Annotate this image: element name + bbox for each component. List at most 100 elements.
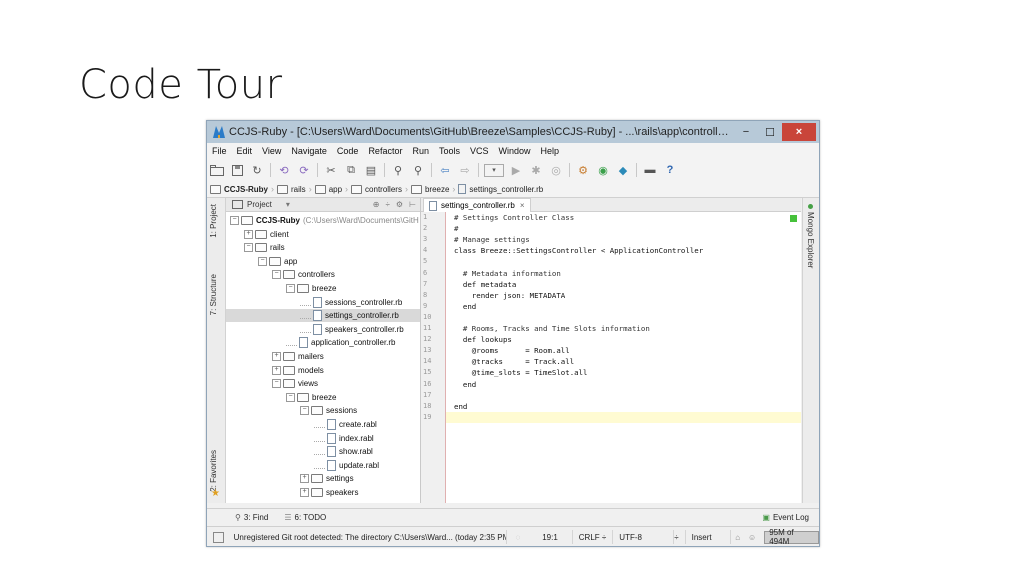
breadcrumb-breeze[interactable]: breeze [408, 184, 452, 194]
expand-toggle-icon[interactable]: − [244, 243, 253, 253]
expand-toggle-icon[interactable]: + [244, 229, 253, 239]
tab-close-icon[interactable]: × [520, 201, 525, 210]
tree-folder[interactable]: + models [272, 364, 324, 377]
tab-project[interactable]: 1: Project [209, 204, 218, 238]
terminal-icon[interactable]: ▬ [642, 162, 658, 178]
gear-icon[interactable]: ⚙ [396, 200, 403, 209]
tree-folder[interactable]: − app [258, 255, 297, 268]
maximize-button[interactable]: ☐ [758, 123, 782, 141]
tree-file[interactable]: application_controller.rb [286, 336, 396, 349]
breadcrumb-file[interactable]: settings_controller.rb [455, 184, 546, 194]
tree-folder[interactable]: − rails [244, 241, 285, 254]
menu-vcs[interactable]: VCS [465, 146, 494, 156]
open-folder-icon[interactable] [209, 162, 225, 178]
tab-find[interactable]: 3: Find [244, 513, 268, 522]
status-message[interactable]: Unregistered Git root detected: The dire… [228, 530, 508, 544]
editor-tab[interactable]: settings_controller.rb × [423, 198, 531, 212]
copy-icon[interactable]: ⧉ [343, 162, 359, 178]
paste-icon[interactable]: ▤ [363, 162, 379, 178]
tab-favorites[interactable]: 2: Favorites [209, 450, 218, 492]
menu-help[interactable]: Help [536, 146, 565, 156]
encoding-selector-arrow[interactable]: ÷ [668, 530, 686, 544]
tab-mongo-explorer[interactable]: Mongo Explorer [806, 212, 815, 268]
redo-icon[interactable]: ⟳ [296, 162, 312, 178]
minimize-button[interactable]: − [734, 123, 758, 141]
help-icon[interactable]: ? [662, 162, 678, 178]
chevron-down-icon[interactable]: ▾ [286, 200, 290, 209]
expand-toggle-icon[interactable]: − [300, 406, 309, 416]
encoding-selector[interactable]: UTF-8 [613, 530, 675, 544]
tree-folder[interactable]: + client [244, 228, 289, 241]
coverage-icon[interactable]: ◎ [548, 162, 564, 178]
expand-toggle-icon[interactable]: + [272, 365, 281, 375]
menu-code[interactable]: Code [332, 146, 364, 156]
expand-toggle-icon[interactable]: − [286, 392, 295, 402]
tree-folder[interactable]: + mailers [272, 350, 324, 363]
breadcrumb-rails[interactable]: rails [274, 184, 309, 194]
tab-structure[interactable]: 7: Structure [209, 274, 218, 315]
save-icon[interactable] [229, 162, 245, 178]
menu-run[interactable]: Run [407, 146, 434, 156]
tree-folder[interactable]: − CCJS-Ruby (C:\Users\Ward\Documents\GitH [230, 214, 419, 227]
find-icon[interactable]: ⚲ [390, 162, 406, 178]
sync-icon[interactable]: ↻ [249, 162, 265, 178]
tree-file[interactable]: show.rabl [314, 445, 373, 458]
debug-icon[interactable]: ✱ [528, 162, 544, 178]
tree-folder[interactable]: − breeze [286, 391, 336, 404]
code-editor[interactable]: # Settings Controller Class # # Manage set… [446, 212, 801, 503]
tree-folder[interactable]: + speakers [300, 486, 358, 499]
menu-tools[interactable]: Tools [434, 146, 465, 156]
tree-file[interactable]: index.rabl [314, 432, 374, 445]
caret-position[interactable]: 19:1 [528, 530, 573, 544]
tree-file[interactable]: create.rabl [314, 418, 377, 431]
expand-toggle-icon[interactable]: + [272, 352, 281, 361]
menu-navigate[interactable]: Navigate [286, 146, 332, 156]
menu-window[interactable]: Window [494, 146, 536, 156]
undo-icon[interactable]: ⟲ [276, 162, 292, 178]
cut-icon[interactable]: ✂ [323, 162, 339, 178]
tool-windows-icon[interactable] [213, 531, 224, 543]
tree-file[interactable]: update.rabl [314, 459, 379, 472]
breadcrumb-project[interactable]: CCJS-Ruby [207, 184, 271, 194]
menu-refactor[interactable]: Refactor [363, 146, 407, 156]
tree-folder[interactable]: − views [272, 377, 318, 390]
insert-mode[interactable]: Insert [686, 530, 732, 544]
replace-icon[interactable]: ⚲ [410, 162, 426, 178]
inspector-icon[interactable]: ☺ [744, 533, 760, 542]
tab-event-log[interactable]: Event Log [773, 513, 809, 522]
breadcrumb-app[interactable]: app [312, 184, 345, 194]
collapse-all-icon[interactable]: ÷ [385, 200, 389, 209]
expand-toggle-icon[interactable]: − [230, 216, 239, 225]
tab-todo[interactable]: 6: TODO [295, 513, 327, 522]
run-icon[interactable]: ▶ [508, 162, 524, 178]
hide-panel-icon[interactable]: ⊢ [409, 200, 416, 209]
tree-file[interactable]: speakers_controller.rb [300, 323, 404, 336]
title-bar[interactable]: CCJS-Ruby - [C:\Users\Ward\Documents\Git… [207, 121, 819, 143]
lock-icon[interactable]: ⌂ [731, 533, 744, 542]
expand-toggle-icon[interactable]: − [272, 270, 281, 280]
expand-toggle-icon[interactable]: + [300, 474, 309, 484]
menu-file[interactable]: File [207, 146, 232, 156]
tree-folder[interactable]: + settings [300, 472, 354, 485]
back-icon[interactable]: ⇦ [437, 162, 453, 178]
menu-edit[interactable]: Edit [232, 146, 258, 156]
menu-view[interactable]: View [257, 146, 286, 156]
expand-toggle-icon[interactable]: − [286, 284, 295, 293]
line-separator-selector[interactable]: CRLF ÷ [573, 530, 614, 544]
run-config-dropdown-icon[interactable]: ▾ [484, 163, 504, 177]
mongo-icon[interactable]: ◆ [615, 162, 631, 178]
target-icon[interactable]: ⊕ [373, 200, 380, 209]
expand-toggle-icon[interactable]: − [272, 379, 281, 389]
plugin-icon[interactable]: ◉ [595, 162, 611, 178]
expand-toggle-icon[interactable]: + [300, 488, 309, 497]
project-view-selector[interactable]: Project [247, 200, 272, 209]
memory-indicator[interactable]: 95M of 494M [764, 528, 819, 546]
forward-icon[interactable]: ⇨ [457, 162, 473, 178]
expand-toggle-icon[interactable]: − [258, 256, 267, 266]
tree-folder[interactable]: − controllers [272, 268, 335, 281]
tree-file[interactable]: settings_controller.rb [226, 309, 420, 323]
tree-file[interactable]: sessions_controller.rb [300, 296, 402, 309]
tree-folder[interactable]: − breeze [286, 282, 336, 295]
close-button[interactable]: × [782, 123, 816, 141]
tree-folder[interactable]: − sessions [300, 404, 357, 417]
